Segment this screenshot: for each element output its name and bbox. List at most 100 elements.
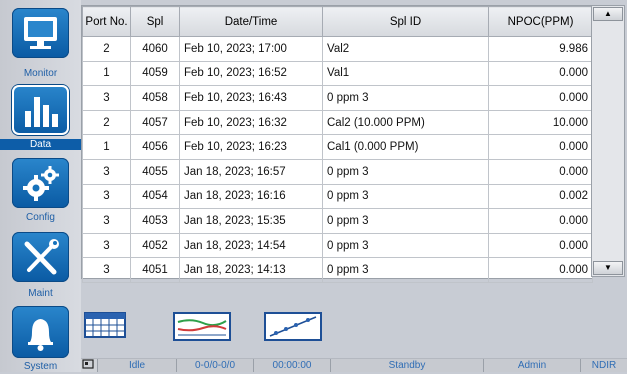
cell-port: 3 xyxy=(82,158,131,185)
table-row[interactable]: 3 4058 Feb 10, 2023; 16:43 0 ppm 3 0.000 xyxy=(82,85,593,111)
cell-port: 2 xyxy=(82,36,131,62)
cell-datetime: Feb 10, 2023; 16:52 xyxy=(179,60,323,87)
nav-maint-label[interactable]: Maint xyxy=(0,288,81,299)
cell-datetime: Jan 18, 2023; 15:35 xyxy=(179,208,323,234)
nav-data-button[interactable] xyxy=(12,85,69,135)
view-selector xyxy=(81,282,627,358)
cell-sample-id: 0 ppm 3 xyxy=(322,85,489,111)
table-row[interactable]: 3 4051 Jan 18, 2023; 14:13 0 ppm 3 0.000 xyxy=(82,257,593,283)
cell-datetime: Jan 18, 2023; 14:13 xyxy=(179,257,323,283)
cell-sample: 4052 xyxy=(130,232,180,259)
table-row[interactable]: 2 4060 Feb 10, 2023; 17:00 Val2 9.986 xyxy=(82,36,593,62)
column-header-port[interactable]: Port No. xyxy=(82,6,131,37)
table-scrollbar[interactable]: ▲ ▼ xyxy=(591,5,625,277)
cell-datetime: Feb 10, 2023; 16:32 xyxy=(179,109,323,136)
trend-view-icon xyxy=(173,312,231,341)
status-bar: Idle 0-0/0-0/0 00:00:00 Standby Admin ND… xyxy=(81,358,627,372)
cell-port: 3 xyxy=(82,183,131,210)
nav-config-label[interactable]: Config xyxy=(0,212,81,223)
table-view-icon xyxy=(84,312,126,338)
cell-sample: 4054 xyxy=(130,183,180,210)
cell-sample-id: 0 ppm 3 xyxy=(322,232,489,259)
status-state: Idle xyxy=(98,359,177,372)
column-header-sample-id[interactable]: Spl ID xyxy=(322,6,489,37)
status-user: Admin xyxy=(484,359,581,372)
nav-monitor-label[interactable]: Monitor xyxy=(0,68,81,79)
cell-sample: 4051 xyxy=(130,257,180,283)
cell-npoc: 0.000 xyxy=(488,85,593,111)
table-row[interactable]: 3 4053 Jan 18, 2023; 15:35 0 ppm 3 0.000 xyxy=(82,208,593,234)
cell-sample: 4056 xyxy=(130,134,180,160)
cell-datetime: Jan 18, 2023; 16:57 xyxy=(179,158,323,185)
status-mode: Standby xyxy=(331,359,484,372)
status-detector: NDIR xyxy=(581,359,627,372)
cell-datetime: Jan 18, 2023; 14:54 xyxy=(179,232,323,259)
status-position: 0-0/0-0/0 xyxy=(177,359,254,372)
scroll-down-button[interactable]: ▼ xyxy=(593,261,623,275)
cell-sample: 4057 xyxy=(130,109,180,136)
table-row[interactable]: 2 4057 Feb 10, 2023; 16:32 Cal2 (10.000 PPM… xyxy=(82,109,593,136)
table-row[interactable]: 3 4052 Jan 18, 2023; 14:54 0 ppm 3 0.000 xyxy=(82,232,593,259)
cell-port: 1 xyxy=(82,60,131,87)
status-time: 00:00:00 xyxy=(254,359,331,372)
column-header-npoc[interactable]: NPOC(PPM) xyxy=(488,6,593,37)
table-body: 2 4060 Feb 10, 2023; 17:00 Val2 9.986 1 4059 Fe… xyxy=(82,36,593,283)
cell-npoc: 0.002 xyxy=(488,183,593,210)
cell-sample: 4055 xyxy=(130,158,180,185)
table-row[interactable]: 3 4055 Jan 18, 2023; 16:57 0 ppm 3 0.000 xyxy=(82,158,593,185)
table-header-row: Port No. Spl Date/Time Spl ID NPOC(PPM) xyxy=(82,6,593,37)
cell-npoc: 9.986 xyxy=(488,36,593,62)
cell-port: 3 xyxy=(82,208,131,234)
cell-npoc: 0.000 xyxy=(488,134,593,160)
cell-sample-id: Cal1 (0.000 PPM) xyxy=(322,134,489,160)
cell-datetime: Feb 10, 2023; 16:23 xyxy=(179,134,323,160)
cell-datetime: Feb 10, 2023; 16:43 xyxy=(179,85,323,111)
nav-system-button[interactable] xyxy=(12,306,69,358)
nav-data-label[interactable]: Data xyxy=(0,139,81,150)
column-header-datetime[interactable]: Date/Time xyxy=(179,6,323,37)
gears-icon xyxy=(23,166,59,201)
table-row[interactable]: 1 4056 Feb 10, 2023; 16:23 Cal1 (0.000 PPM)… xyxy=(82,134,593,160)
cell-datetime: Jan 18, 2023; 16:16 xyxy=(179,183,323,210)
calibration-curve-icon xyxy=(264,312,322,341)
cell-sample: 4059 xyxy=(130,60,180,87)
table-row[interactable]: 1 4059 Feb 10, 2023; 16:52 Val1 0.000 xyxy=(82,60,593,87)
tools-icon xyxy=(24,239,59,275)
cell-port: 3 xyxy=(82,257,131,283)
table-row[interactable]: 3 4054 Jan 18, 2023; 16:16 0 ppm 3 0.002 xyxy=(82,183,593,210)
cell-npoc: 0.000 xyxy=(488,158,593,185)
cell-sample-id: 0 ppm 3 xyxy=(322,208,489,234)
results-table-panel: Port No. Spl Date/Time Spl ID NPOC(PPM) … xyxy=(81,5,593,283)
scroll-up-button[interactable]: ▲ xyxy=(593,7,623,21)
monitor-icon xyxy=(24,17,57,49)
cell-sample: 4053 xyxy=(130,208,180,234)
nav-monitor-button[interactable] xyxy=(12,8,69,58)
cell-sample-id: Val2 xyxy=(322,36,489,62)
nav-maint-button[interactable] xyxy=(12,232,69,282)
cell-sample: 4060 xyxy=(130,36,180,62)
column-header-sample[interactable]: Spl xyxy=(130,6,180,37)
cell-npoc: 0.000 xyxy=(488,208,593,234)
cell-datetime: Feb 10, 2023; 17:00 xyxy=(179,36,323,62)
bar-chart-icon xyxy=(25,97,58,127)
cell-port: 3 xyxy=(82,232,131,259)
calibration-curve-button[interactable] xyxy=(264,312,322,342)
results-table: Port No. Spl Date/Time Spl ID NPOC(PPM) … xyxy=(82,6,593,283)
cell-sample-id: 0 ppm 3 xyxy=(322,158,489,185)
cell-npoc: 0.000 xyxy=(488,60,593,87)
cell-sample: 4058 xyxy=(130,85,180,111)
bell-icon xyxy=(28,319,53,351)
cell-npoc: 0.000 xyxy=(488,257,593,283)
table-view-button[interactable] xyxy=(84,312,140,342)
cell-port: 2 xyxy=(82,109,131,136)
cell-npoc: 0.000 xyxy=(488,232,593,259)
cell-sample-id: Val1 xyxy=(322,60,489,87)
cell-port: 1 xyxy=(82,134,131,160)
sidebar: Monitor Data Config Maint System xyxy=(0,0,81,372)
nav-config-button[interactable] xyxy=(12,158,69,208)
cell-sample-id: 0 ppm 3 xyxy=(322,183,489,210)
cell-npoc: 10.000 xyxy=(488,109,593,136)
trend-view-button[interactable] xyxy=(173,312,231,342)
nav-system-label[interactable]: System xyxy=(0,361,81,372)
cell-sample-id: 0 ppm 3 xyxy=(322,257,489,283)
